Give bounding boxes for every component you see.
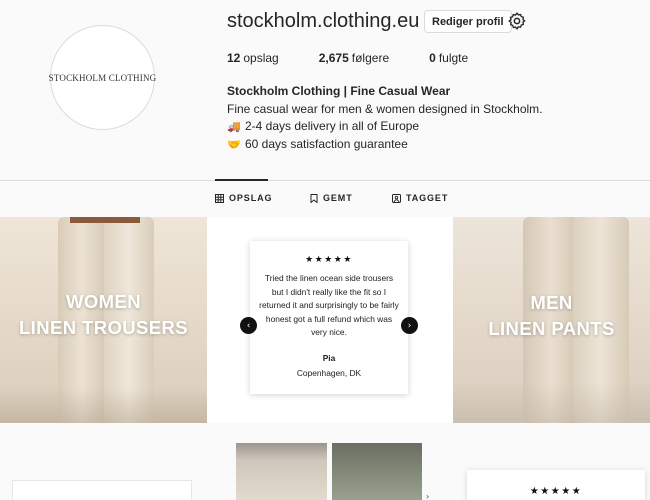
bio-line-2-text: 2-4 days delivery in all of Europe	[245, 119, 420, 133]
post-row2-review[interactable]: ★★★★★	[467, 470, 645, 500]
handshake-icon: 🤝	[227, 137, 241, 151]
chevron-left-icon[interactable]: ‹	[240, 317, 257, 334]
bio-line-3: 🤝 60 days satisfaction guarantee	[227, 136, 543, 154]
stat-posts[interactable]: 12 opslag	[227, 51, 279, 65]
stat-following[interactable]: 0 fulgte	[429, 51, 468, 65]
tab-saved-label: GEMT	[323, 193, 353, 203]
tab-tagged-label: TAGGET	[406, 193, 449, 203]
men-caption-line-1: MEN	[530, 292, 573, 313]
row2-review-stars: ★★★★★	[529, 486, 583, 497]
avatar-logo-text: STOCKHOLM CLOTHING	[48, 72, 157, 83]
tab-posts[interactable]: OPSLAG	[215, 193, 272, 203]
men-caption: MEN LINEN PANTS	[453, 290, 650, 342]
profile-bio: Stockholm Clothing | Fine Casual Wear Fi…	[227, 83, 543, 153]
grid-icon	[215, 193, 224, 203]
profile-username: stockholm.clothing.eu	[227, 10, 420, 32]
bio-name: Stockholm Clothing | Fine Casual Wear	[227, 84, 451, 98]
edit-profile-button[interactable]: Rediger profil	[424, 10, 512, 33]
post-row2-photo-b[interactable]	[332, 443, 422, 500]
gear-icon[interactable]	[507, 11, 527, 31]
tagged-icon	[392, 193, 401, 203]
truck-icon: 🚚	[227, 120, 241, 133]
tab-saved[interactable]: GEMT	[310, 193, 353, 203]
women-caption-line-1: WOMEN	[66, 291, 141, 312]
reviewer-name: Pia	[322, 352, 336, 363]
post-men-linen-pants[interactable]: MEN LINEN PANTS	[453, 217, 650, 423]
floor-shadow	[453, 382, 650, 423]
review-stars: ★★★★★	[305, 255, 353, 265]
profile-avatar[interactable]: STOCKHOLM CLOTHING	[48, 25, 157, 130]
women-caption: WOMEN LINEN TROUSERS	[0, 289, 207, 341]
active-tab-indicator	[215, 179, 268, 181]
tabs-divider	[0, 180, 650, 181]
post-row2-left[interactable]	[12, 480, 192, 500]
profile-stats: 12 opslag 2,675 følgere 0 fulgte	[227, 51, 508, 65]
belt	[70, 217, 140, 223]
bio-line-2: 🚚 2-4 days delivery in all of Europe	[227, 118, 543, 136]
floor-shadow	[0, 387, 207, 423]
following-count: 0	[429, 51, 436, 65]
bio-line-3-text: 60 days satisfaction guarantee	[245, 136, 408, 151]
tab-posts-label: OPSLAG	[229, 193, 273, 203]
chevron-right-icon[interactable]: ›	[401, 317, 418, 334]
posts-count: 12	[227, 51, 241, 65]
women-caption-line-2: LINEN TROUSERS	[18, 317, 189, 338]
review-card: ★★★★★ Tried the linen ocean side trouser…	[250, 241, 408, 394]
post-row2-photo-a[interactable]	[236, 443, 327, 500]
posts-label: opslag	[243, 51, 279, 65]
reviewer-location: Copenhagen, DK	[296, 367, 362, 378]
bookmark-icon	[310, 193, 318, 203]
followers-label: følgere	[351, 51, 390, 65]
chevron-right-icon[interactable]: ›	[426, 492, 432, 500]
men-caption-line-2: LINEN PANTS	[488, 318, 615, 339]
followers-count: 2,675	[318, 51, 349, 65]
following-label: fulgte	[438, 51, 469, 65]
bio-line-1: Fine casual wear for men & women designe…	[227, 101, 543, 116]
tab-tagged[interactable]: TAGGET	[392, 193, 448, 203]
review-text: Tried the linen ocean side trousers but …	[259, 273, 399, 337]
stat-followers[interactable]: 2,675 følgere	[319, 51, 389, 65]
post-women-linen-trousers[interactable]: WOMEN LINEN TROUSERS	[0, 217, 207, 423]
